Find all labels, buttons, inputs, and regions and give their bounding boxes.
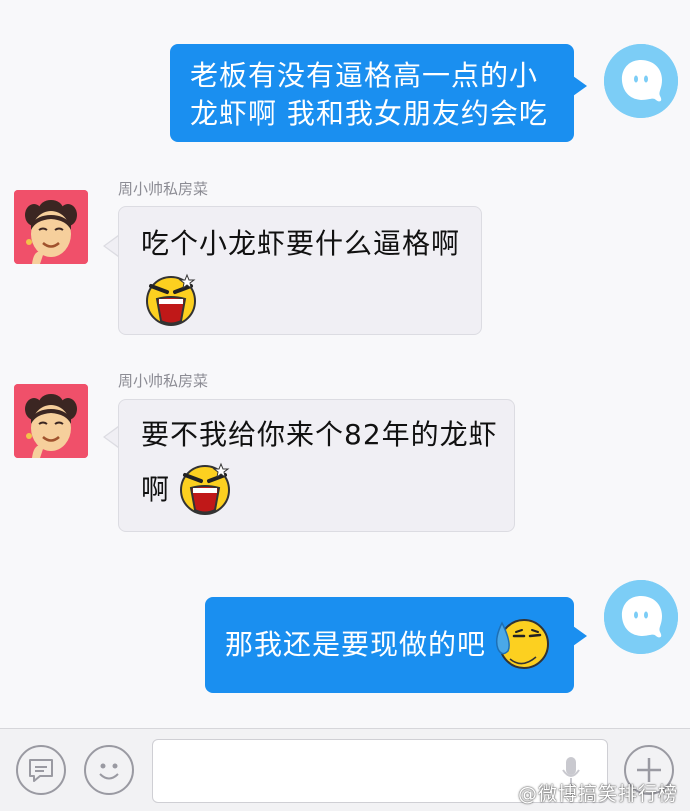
cartoon-face-icon[interactable] bbox=[14, 190, 88, 264]
bubble-tail bbox=[573, 76, 587, 96]
emoji-button[interactable] bbox=[84, 745, 134, 795]
message-bubble-outgoing[interactable]: 那我还是要现做的吧 bbox=[205, 597, 574, 693]
message-bubble-incoming[interactable]: 要不我给你来个82年的龙虾 啊 bbox=[118, 399, 515, 532]
watermark-text: @微博搞笑排行榜 bbox=[517, 783, 678, 805]
message-text-line: 啊 bbox=[141, 473, 171, 506]
message-bubble-icon bbox=[29, 759, 53, 782]
message-text: 吃个小龙虾要什么逼格啊 bbox=[141, 227, 461, 260]
message-bubble-incoming[interactable]: 吃个小龙虾要什么逼格啊 bbox=[118, 206, 482, 335]
qq-penguin-icon[interactable] bbox=[604, 44, 678, 118]
shouting-face-emoji bbox=[175, 458, 235, 522]
input-bar: @微博搞笑排行榜 bbox=[0, 728, 690, 811]
sender-name: 周小帅私房菜 bbox=[118, 372, 209, 390]
voice-message-button[interactable] bbox=[16, 745, 66, 795]
qq-penguin-icon[interactable] bbox=[604, 580, 678, 654]
message-text: 那我还是要现做的吧 bbox=[225, 628, 487, 661]
message-text-line: 龙虾啊 我和我女朋友约会吃 bbox=[190, 97, 548, 130]
message-text-line: 要不我给你来个82年的龙虾 bbox=[141, 418, 498, 451]
sender-name: 周小帅私房菜 bbox=[118, 180, 209, 198]
message-bubble-outgoing[interactable]: 老板有没有逼格高一点的小 龙虾啊 我和我女朋友约会吃 bbox=[170, 44, 574, 142]
message-text-line: 老板有没有逼格高一点的小 bbox=[190, 59, 539, 92]
sweat-moon-face-emoji bbox=[488, 613, 552, 677]
message-line-with-emoji: 啊 bbox=[141, 458, 514, 522]
bubble-tail bbox=[573, 626, 587, 646]
cartoon-face-icon[interactable] bbox=[14, 384, 88, 458]
bubble-tail bbox=[105, 427, 119, 447]
bubble-tail bbox=[105, 236, 119, 256]
shouting-face-emoji bbox=[141, 269, 201, 333]
chat-area[interactable]: 老板有没有逼格高一点的小 龙虾啊 我和我女朋友约会吃 周小帅私房菜 吃个小龙虾要… bbox=[0, 0, 690, 728]
smiley-icon bbox=[99, 763, 119, 780]
